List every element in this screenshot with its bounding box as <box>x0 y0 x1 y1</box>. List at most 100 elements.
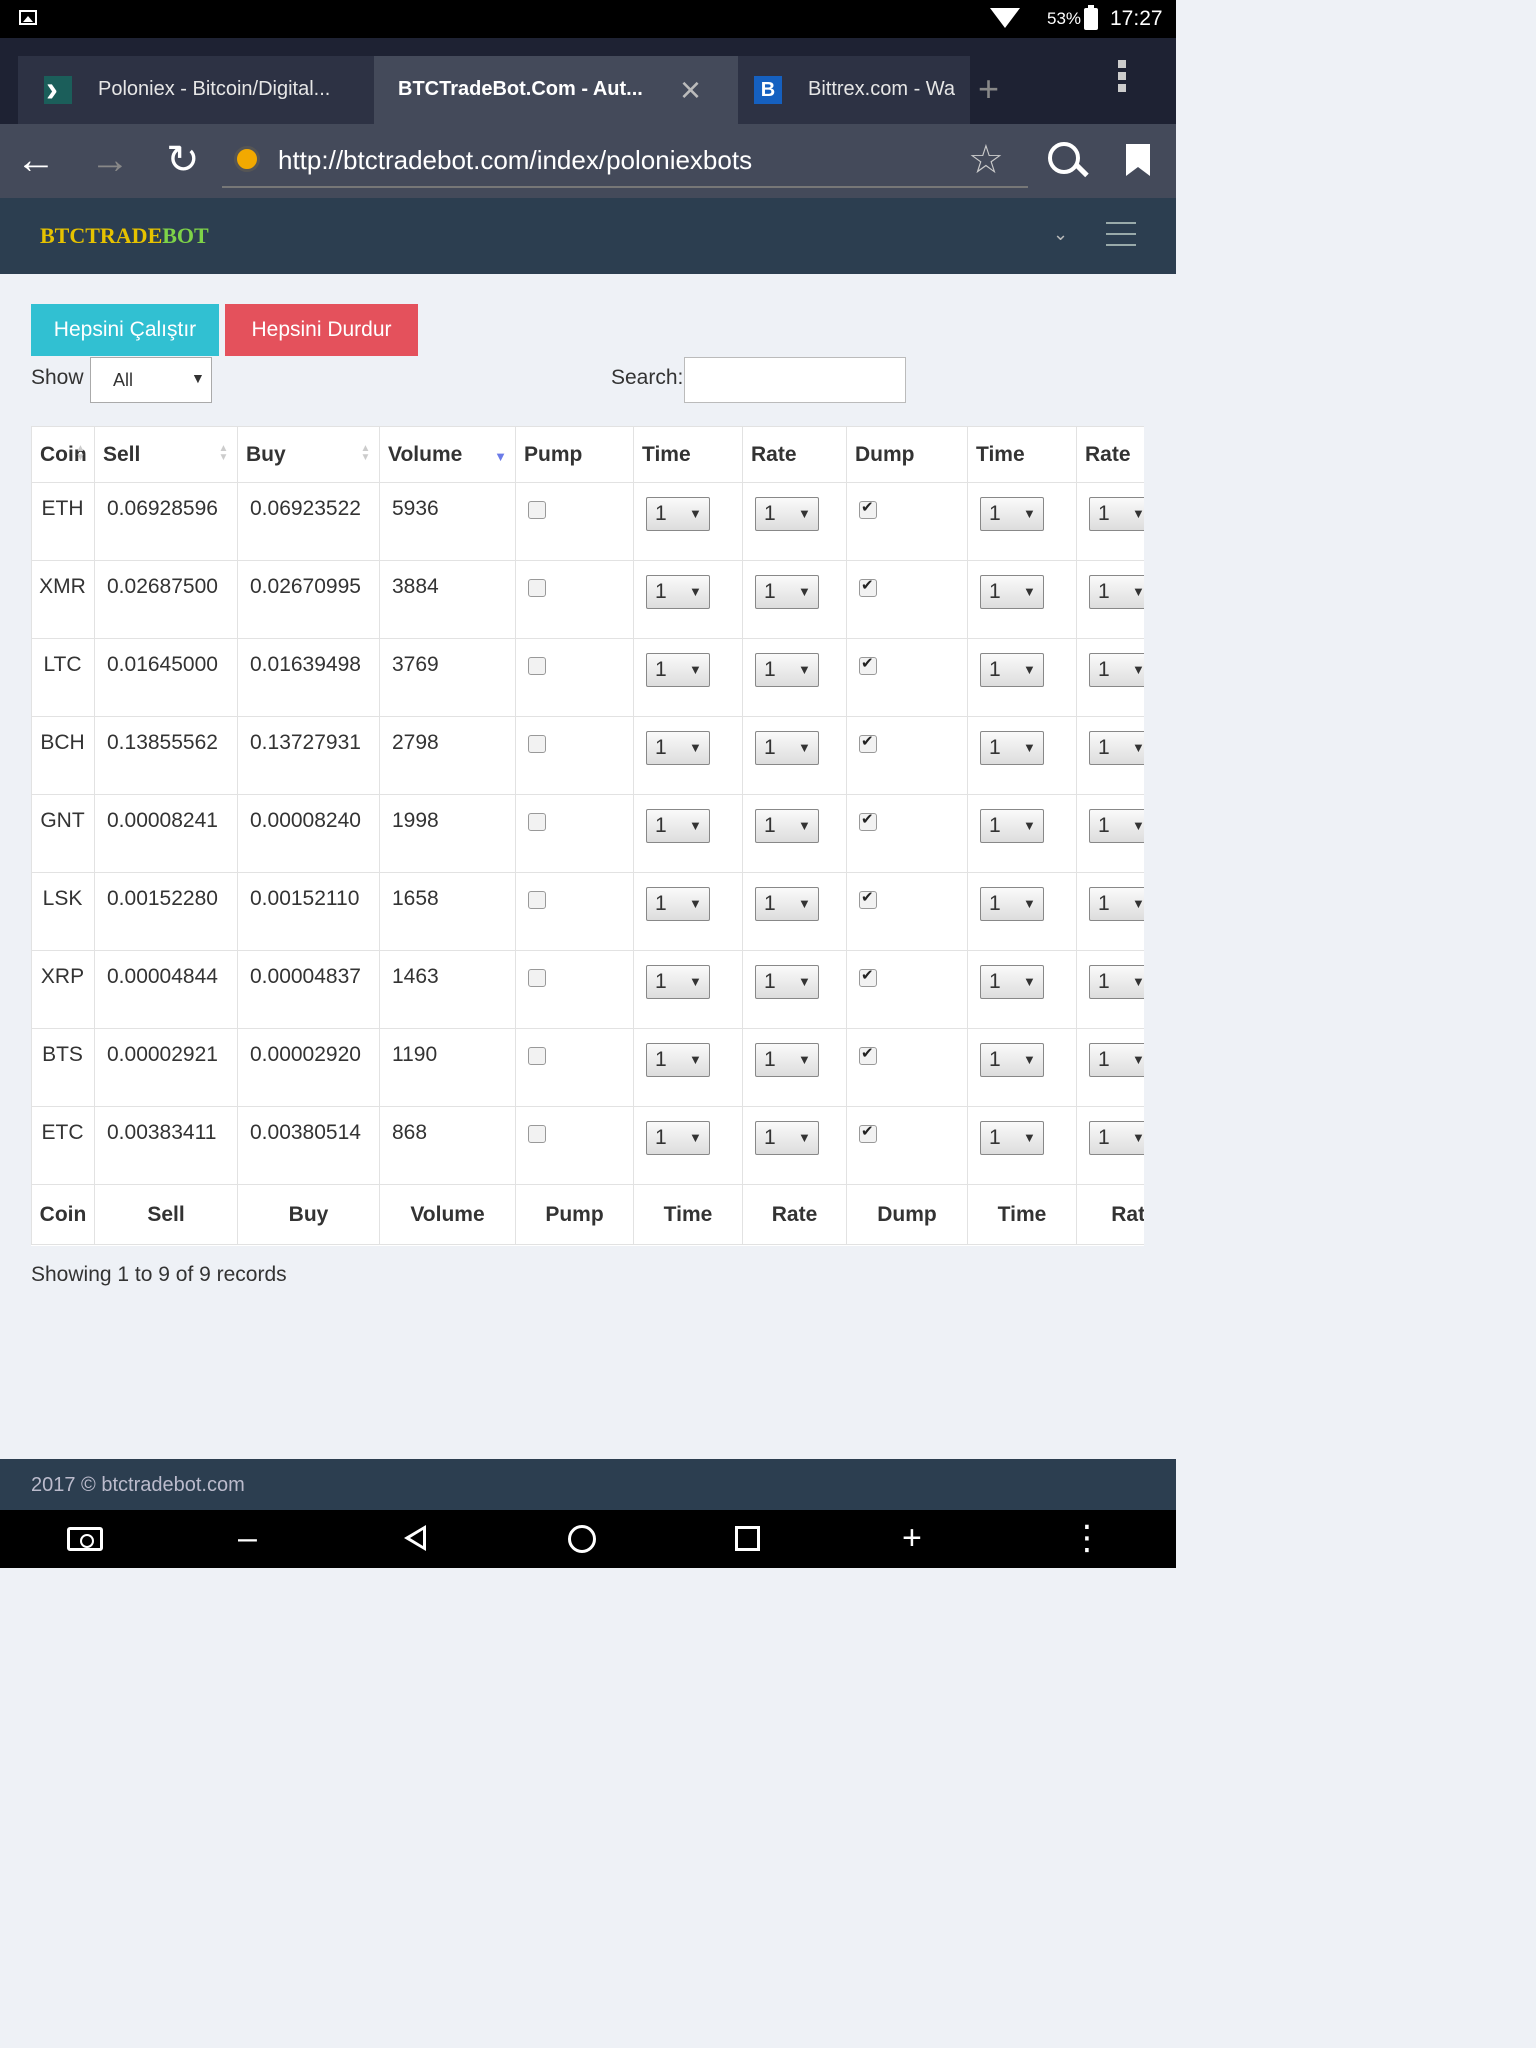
star-icon[interactable]: ☆ <box>968 136 1004 184</box>
pump-rate-select[interactable]: 1 ▼ <box>755 731 819 765</box>
nav-recent-apps-icon[interactable] <box>735 1526 760 1551</box>
table-row: XRP0.000048440.000048371463 1▼ 1▼ 1▼ 1▼ <box>31 950 1144 1029</box>
dump-rate-select[interactable]: 1 ▼ <box>1089 1121 1144 1155</box>
dropdown-arrow-icon: ▼ <box>1023 974 1036 989</box>
pump-time-select[interactable]: 1 ▼ <box>646 809 710 843</box>
column-header-coin[interactable]: Coin <box>31 426 95 483</box>
pump-rate-select[interactable]: 1 ▼ <box>755 575 819 609</box>
tab-bittrex[interactable]: B Bittrex.com - Wa <box>738 56 970 124</box>
pump-rate-select[interactable]: 1 ▼ <box>755 1043 819 1077</box>
dump-time-select[interactable]: 1 ▼ <box>980 497 1044 531</box>
plus-icon[interactable]: + <box>902 1518 922 1558</box>
more-vert-icon[interactable]: ⋮ <box>1070 1518 1104 1558</box>
sell-cell: 0.00383411 <box>94 1106 238 1185</box>
pump-checkbox[interactable] <box>528 1047 546 1065</box>
coin-table-container[interactable]: Coin Sell Buy Volume Pump Time Rate Dump… <box>31 426 1144 1246</box>
dump-rate-select[interactable]: 1 ▼ <box>1089 731 1144 765</box>
pump-checkbox[interactable] <box>528 735 546 753</box>
dump-checkbox[interactable] <box>859 966 877 987</box>
column-header-volume[interactable]: Volume <box>379 426 516 483</box>
dump-time-select[interactable]: 1 ▼ <box>980 887 1044 921</box>
pump-time-select[interactable]: 1 ▼ <box>646 965 710 999</box>
chevron-down-icon[interactable]: ⌄ <box>1053 224 1068 245</box>
dump-checkbox[interactable] <box>859 576 877 597</box>
pump-checkbox[interactable] <box>528 813 546 831</box>
overflow-menu-icon[interactable] <box>1118 60 1128 96</box>
pump-time-select[interactable]: 1 ▼ <box>646 1121 710 1155</box>
pump-time-select[interactable]: 1 ▼ <box>646 575 710 609</box>
show-entries-select[interactable]: All ▼ <box>90 357 212 403</box>
dump-rate-select[interactable]: 1 ▼ <box>1089 965 1144 999</box>
pump-time-select[interactable]: 1 ▼ <box>646 1043 710 1077</box>
dump-rate-select[interactable]: 1 ▼ <box>1089 809 1144 843</box>
dump-time-select[interactable]: 1 ▼ <box>980 731 1044 765</box>
screenshot-icon[interactable] <box>67 1527 103 1551</box>
forward-arrow-icon[interactable]: → <box>90 136 130 184</box>
search-icon[interactable] <box>1048 142 1080 174</box>
dump-time-select[interactable]: 1 ▼ <box>980 1121 1044 1155</box>
nav-home-icon[interactable] <box>568 1525 596 1553</box>
pump-time-select[interactable]: 1 ▼ <box>646 887 710 921</box>
pump-checkbox[interactable] <box>528 969 546 987</box>
pump-checkbox[interactable] <box>528 1125 546 1143</box>
new-tab-icon[interactable]: + <box>978 68 999 110</box>
column-header-time: Time <box>633 426 743 483</box>
dump-checkbox[interactable] <box>859 732 877 753</box>
dump-checkbox[interactable] <box>859 1044 877 1065</box>
pump-rate-select[interactable]: 1 ▼ <box>755 965 819 999</box>
back-arrow-icon[interactable]: ← <box>16 136 56 184</box>
run-all-button[interactable]: Hepsini Çalıştır <box>31 304 219 356</box>
pump-time-select[interactable]: 1 ▼ <box>646 653 710 687</box>
dropdown-arrow-icon: ▼ <box>689 506 702 521</box>
pump-rate-select[interactable]: 1 ▼ <box>755 653 819 687</box>
coin-cell: BTS <box>31 1028 95 1107</box>
pump-rate-select[interactable]: 1 ▼ <box>755 1121 819 1155</box>
buy-cell: 0.06923522 <box>237 482 380 561</box>
pump-rate-cell: 1 ▼ <box>742 950 847 1029</box>
dump-time-select[interactable]: 1 ▼ <box>980 965 1044 999</box>
pump-rate-select[interactable]: 1 ▼ <box>755 497 819 531</box>
pump-time-select[interactable]: 1 ▼ <box>646 497 710 531</box>
dump-rate-select[interactable]: 1 ▼ <box>1089 1043 1144 1077</box>
coin-cell: GNT <box>31 794 95 873</box>
buy-cell: 0.00004837 <box>237 950 380 1029</box>
tab-poloniex[interactable]: Poloniex - Bitcoin/Digital... <box>18 56 374 124</box>
dump-time-select[interactable]: 1 ▼ <box>980 1043 1044 1077</box>
hamburger-menu-icon[interactable] <box>1106 222 1136 255</box>
pump-checkbox[interactable] <box>528 501 546 519</box>
reload-icon[interactable]: ↻ <box>166 136 200 184</box>
dump-rate-select[interactable]: 1 ▼ <box>1089 887 1144 921</box>
column-header-buy[interactable]: Buy <box>237 426 380 483</box>
table-row: ETH0.069285960.069235225936 1▼ 1▼ 1▼ 1▼ <box>31 482 1144 561</box>
dump-time-select[interactable]: 1 ▼ <box>980 653 1044 687</box>
minus-icon[interactable]: – <box>238 1518 257 1558</box>
search-input[interactable] <box>684 357 906 403</box>
pump-checkbox[interactable] <box>528 579 546 597</box>
bookmark-icon[interactable] <box>1126 144 1150 176</box>
dump-checkbox[interactable] <box>859 1122 877 1143</box>
nav-back-icon[interactable] <box>404 1525 426 1551</box>
dropdown-arrow-icon: ▼ <box>689 896 702 911</box>
site-logo[interactable]: BTCTRADEBOT <box>40 223 209 249</box>
dump-rate-select[interactable]: 1 ▼ <box>1089 653 1144 687</box>
pump-time-cell: 1 ▼ <box>633 950 743 1029</box>
close-tab-icon[interactable]: × <box>680 72 701 108</box>
stop-all-button[interactable]: Hepsini Durdur <box>225 304 418 356</box>
pump-checkbox[interactable] <box>528 891 546 909</box>
dump-time-select[interactable]: 1 ▼ <box>980 809 1044 843</box>
dump-rate-select[interactable]: 1 ▼ <box>1089 497 1144 531</box>
dump-checkbox[interactable] <box>859 498 877 519</box>
pump-time-select[interactable]: 1 ▼ <box>646 731 710 765</box>
dump-time-cell: 1 ▼ <box>967 872 1077 951</box>
buy-cell: 0.00002920 <box>237 1028 380 1107</box>
pump-rate-select[interactable]: 1 ▼ <box>755 887 819 921</box>
dump-checkbox[interactable] <box>859 810 877 831</box>
column-header-sell[interactable]: Sell <box>94 426 238 483</box>
pump-checkbox[interactable] <box>528 657 546 675</box>
dump-rate-select[interactable]: 1 ▼ <box>1089 575 1144 609</box>
dump-time-select[interactable]: 1 ▼ <box>980 575 1044 609</box>
pump-rate-select[interactable]: 1 ▼ <box>755 809 819 843</box>
dump-checkbox[interactable] <box>859 654 877 675</box>
dump-checkbox[interactable] <box>859 888 877 909</box>
url-field[interactable]: http://btctradebot.com/index/poloniexbot… <box>222 136 1028 188</box>
